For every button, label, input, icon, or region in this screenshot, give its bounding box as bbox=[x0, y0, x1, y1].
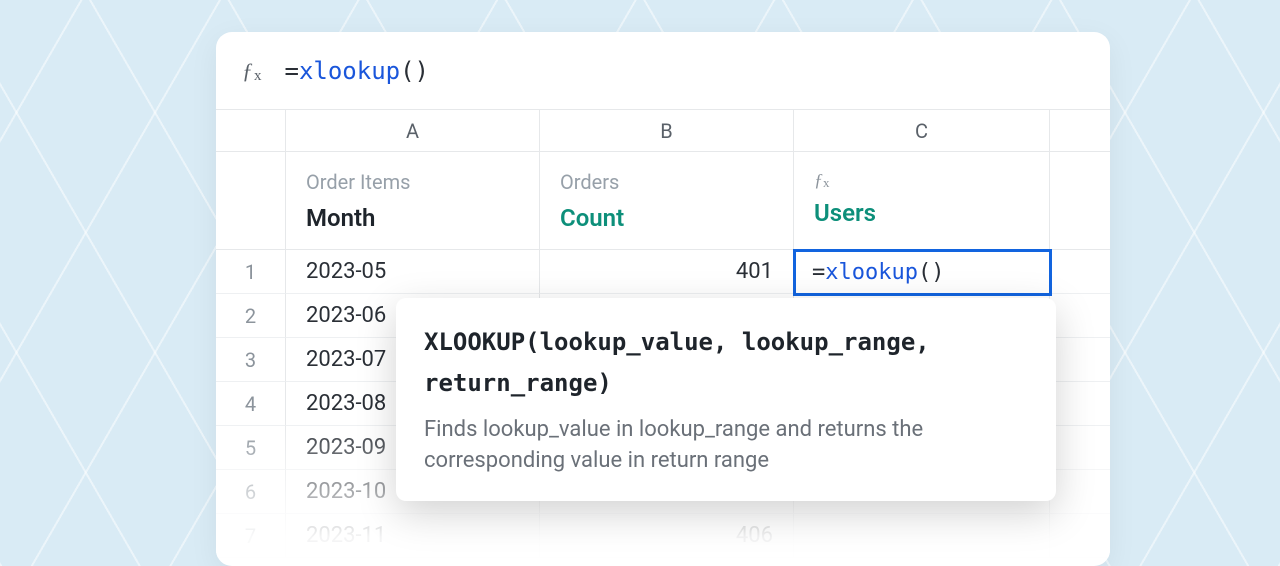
formula-function: xlookup bbox=[299, 57, 400, 85]
field-source-b: Orders bbox=[560, 170, 773, 194]
field-header-spacer bbox=[1050, 152, 1110, 250]
cell-month[interactable]: 2023-05 bbox=[286, 250, 540, 294]
cell-spacer bbox=[1050, 514, 1110, 558]
field-header-c[interactable]: ƒx Users bbox=[794, 152, 1050, 250]
column-header-c[interactable]: C bbox=[794, 110, 1050, 152]
cell-spacer bbox=[1050, 382, 1110, 426]
field-name-b: Count bbox=[560, 204, 773, 232]
cell-spacer bbox=[1050, 250, 1110, 294]
cell-spacer bbox=[1050, 294, 1110, 338]
cell-users[interactable] bbox=[794, 514, 1050, 558]
formula-prefix: = bbox=[285, 57, 299, 85]
row-number[interactable]: 4 bbox=[216, 382, 286, 426]
field-header-blank bbox=[216, 152, 286, 250]
active-cell-suffix: () bbox=[918, 260, 945, 285]
cell-month[interactable]: 2023-11 bbox=[286, 514, 540, 558]
formula-suffix: () bbox=[400, 57, 429, 85]
function-tooltip: XLOOKUP(lookup_value, lookup_range, retu… bbox=[396, 298, 1056, 501]
field-name-a: Month bbox=[306, 204, 519, 232]
column-header-spacer bbox=[1050, 110, 1110, 152]
corner-cell[interactable] bbox=[216, 110, 286, 152]
cell-spacer bbox=[1050, 470, 1110, 514]
row-number[interactable]: 7 bbox=[216, 514, 286, 558]
formula-bar-input[interactable]: =xlookup() bbox=[285, 57, 430, 85]
active-cell-function: xlookup bbox=[825, 260, 918, 285]
tooltip-signature: XLOOKUP(lookup_value, lookup_range, retu… bbox=[424, 322, 1028, 404]
active-cell[interactable]: =xlookup() bbox=[793, 249, 1052, 296]
cell-spacer bbox=[1050, 426, 1110, 470]
formula-bar[interactable]: ƒx =xlookup() bbox=[216, 32, 1110, 110]
row-number[interactable]: 3 bbox=[216, 338, 286, 382]
tooltip-description: Finds lookup_value in lookup_range and r… bbox=[424, 414, 1028, 478]
column-header-b[interactable]: B bbox=[540, 110, 794, 152]
active-cell-prefix: = bbox=[812, 260, 825, 285]
cell-count[interactable]: 401 bbox=[540, 250, 794, 294]
field-header-b[interactable]: Orders Count bbox=[540, 152, 794, 250]
field-header-a[interactable]: Order Items Month bbox=[286, 152, 540, 250]
field-name-c: Users bbox=[814, 199, 1029, 227]
cell-count[interactable]: 406 bbox=[540, 514, 794, 558]
spreadsheet-card: ƒx =xlookup() A B C Order Items Month Or… bbox=[216, 32, 1110, 566]
row-number[interactable]: 5 bbox=[216, 426, 286, 470]
fx-icon: ƒx bbox=[242, 58, 263, 84]
field-headers-row: Order Items Month Orders Count ƒx Users bbox=[216, 152, 1110, 250]
table-row: 72023-11406 bbox=[216, 514, 1110, 558]
column-headers-row: A B C bbox=[216, 110, 1110, 152]
field-source-a: Order Items bbox=[306, 170, 519, 194]
fx-icon-small: ƒx bbox=[814, 170, 1029, 191]
column-header-a[interactable]: A bbox=[286, 110, 540, 152]
row-number[interactable]: 6 bbox=[216, 470, 286, 514]
row-number[interactable]: 2 bbox=[216, 294, 286, 338]
cell-spacer bbox=[1050, 338, 1110, 382]
row-number[interactable]: 1 bbox=[216, 250, 286, 294]
